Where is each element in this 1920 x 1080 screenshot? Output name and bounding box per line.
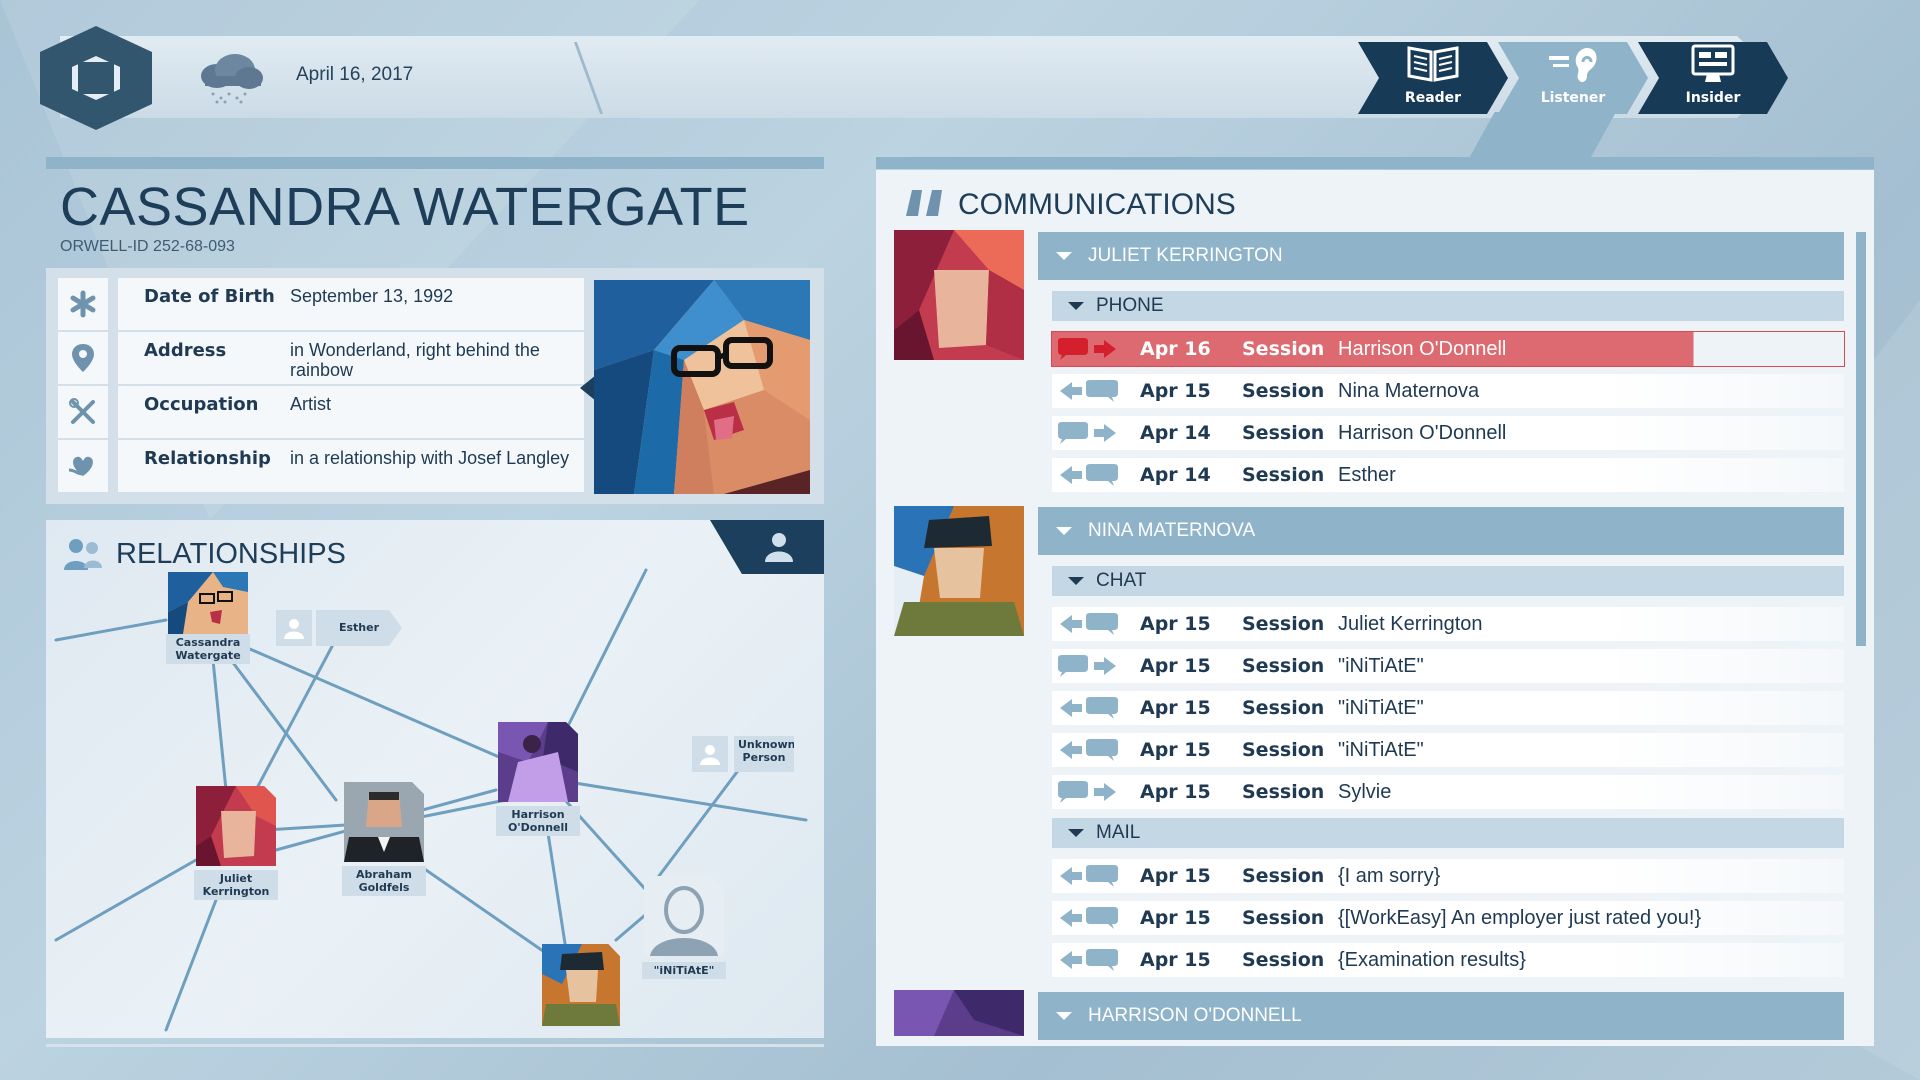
node-abraham-portrait[interactable] [344,782,424,862]
outgoing-message-icon [1058,422,1116,444]
section-type: PHONE [1096,295,1164,316]
unknown-person-icon [692,736,728,772]
incoming-message-icon [1060,949,1118,971]
node-esther-label[interactable]: Esther [316,610,402,646]
tab-listener[interactable]: Listener [1498,42,1648,114]
node-juliet-label: Juliet Kerrington [194,870,278,900]
person-name: CASSANDRA WATERGATE [60,177,750,237]
chevron-down-icon [1056,1012,1072,1020]
contact-nina-portrait [894,506,1024,636]
profile-portrait [594,280,810,494]
contact-group-harrison[interactable]: HARRISON O'DONNELL [1038,992,1844,1040]
node-nina-portrait[interactable] [542,944,620,1026]
rain-cloud-icon [201,54,263,104]
field-value: September 13, 1992 [290,286,454,306]
tab-insider[interactable]: Insider [1638,42,1788,114]
node-initiate-label: "iNiTiAtE" [642,962,726,979]
current-date: April 16, 2017 [296,64,414,85]
location-pin-icon [58,332,108,384]
ear-icon [1549,48,1597,83]
node-cassandra-label: Cassandra Watergate [166,634,250,664]
chevron-down-icon [1056,527,1072,535]
relationships-icon [64,539,102,570]
contact-group-juliet[interactable]: JULIET KERRINGTON [1038,232,1844,280]
chevron-down-icon [1068,829,1084,837]
outgoing-message-icon [1058,781,1116,803]
divider [46,1044,824,1047]
tab-reader-label: Reader [1404,90,1462,106]
relationships-title: RELATIONSHIPS [116,538,346,570]
incoming-message-icon [1060,865,1118,887]
field-value: Artist [290,394,332,414]
quote-icon [906,190,942,216]
chevron-down-icon [1068,302,1084,310]
active-tab-indicator [1468,112,1616,160]
chevron-down-icon [1068,577,1084,585]
message-row[interactable]: Apr 15 Session {[WorkEasy] An employer j… [1052,901,1844,935]
profile-header-bar [46,157,824,169]
comm-scrollbar[interactable] [1856,232,1866,646]
field-value: in Wonderland, right behind the rainbow [290,340,540,380]
orwell-id: ORWELL-ID 252-68-093 [60,238,235,255]
node-initiate-portrait[interactable] [644,876,724,956]
contact-group-nina[interactable]: NINA MATERNOVA [1038,507,1844,555]
section-mail[interactable]: MAIL [1052,818,1844,848]
section-chat[interactable]: CHAT [1052,566,1844,596]
message-row[interactable]: Apr 15 Session "iNiTiAtE" [1052,649,1844,683]
tools-icon [58,386,108,438]
message-row[interactable]: Apr 15 Session Sylvie [1052,775,1844,809]
asterisk-icon [58,278,108,330]
communications-title: COMMUNICATIONS [958,188,1236,221]
chevron-down-icon [1056,252,1072,260]
message-row[interactable]: Apr 15 Session Nina Maternova [1052,374,1844,408]
incoming-message-icon [1060,739,1118,761]
field-label: Relationship [144,448,271,469]
message-row[interactable]: Apr 15 Session Juliet Kerrington [1052,607,1844,641]
field-value: in a relationship with Josef Langley [290,448,570,468]
node-abraham-label: Abraham Goldfels [342,866,426,896]
tab-insider-label: Insider [1685,90,1741,106]
node-juliet-portrait[interactable] [196,786,276,866]
contact-harrison-portrait [894,990,1024,1036]
node-unknown-label[interactable]: Unknown Person [734,736,794,772]
outgoing-message-icon [1058,655,1116,677]
node-harrison-portrait[interactable] [498,722,578,802]
message-row[interactable]: Apr 15 Session {Examination results} [1052,943,1844,977]
incoming-message-icon [1060,907,1118,929]
book-icon [1407,46,1459,82]
message-row[interactable]: Apr 15 Session {I am sorry} [1052,859,1844,893]
incoming-message-icon [1060,464,1118,486]
node-cassandra-portrait[interactable] [168,572,248,634]
contact-juliet-portrait [894,230,1024,360]
node-harrison-label: Harrison O'Donnell [496,806,580,836]
message-row[interactable]: Apr 16 Session Harrison O'Donnell [1051,331,1845,367]
message-row[interactable]: Apr 14 Session Harrison O'Donnell [1052,416,1844,450]
message-row[interactable]: Apr 14 Session Esther [1052,458,1844,492]
contact-group-name: HARRISON O'DONNELL [1088,1005,1302,1026]
incoming-message-icon [1060,697,1118,719]
incoming-message-icon [1060,613,1118,635]
section-type: CHAT [1096,570,1147,591]
field-label: Occupation [144,394,259,415]
section-phone[interactable]: PHONE [1052,291,1844,321]
comm-header-bar [876,157,1874,169]
person-icon [765,533,793,562]
tab-listener-label: Listener [1540,90,1606,106]
relationship-graph-lines [54,568,808,1032]
contact-group-name: JULIET KERRINGTON [1088,245,1283,266]
message-row[interactable]: Apr 15 Session "iNiTiAtE" [1052,733,1844,767]
heart-hand-icon [58,440,108,492]
unknown-person-icon [276,610,312,646]
message-row[interactable]: Apr 15 Session "iNiTiAtE" [1052,691,1844,725]
tab-reader[interactable]: Reader [1358,42,1508,114]
section-type: MAIL [1096,822,1141,843]
contact-group-name: NINA MATERNOVA [1088,520,1256,541]
field-label: Date of Birth [144,286,275,307]
monitor-icon [1691,44,1735,82]
outgoing-message-icon [1058,338,1116,360]
incoming-message-icon [1060,380,1118,402]
field-label: Address [144,340,227,361]
